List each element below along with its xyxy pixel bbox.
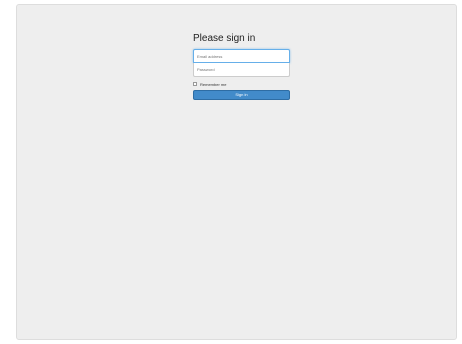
password-field[interactable] [193,63,290,77]
page-title: Please sign in [193,33,256,44]
remember-me-row[interactable]: Remember me [193,81,290,87]
signin-form: Please sign in Remember me Sign in [193,33,290,100]
remember-me-label[interactable]: Remember me [200,82,226,87]
remember-me-checkbox[interactable] [193,82,197,86]
browser-viewport: Please sign in Remember me Sign in [16,4,457,340]
email-field[interactable] [193,49,290,63]
sign-in-button[interactable]: Sign in [193,90,290,100]
